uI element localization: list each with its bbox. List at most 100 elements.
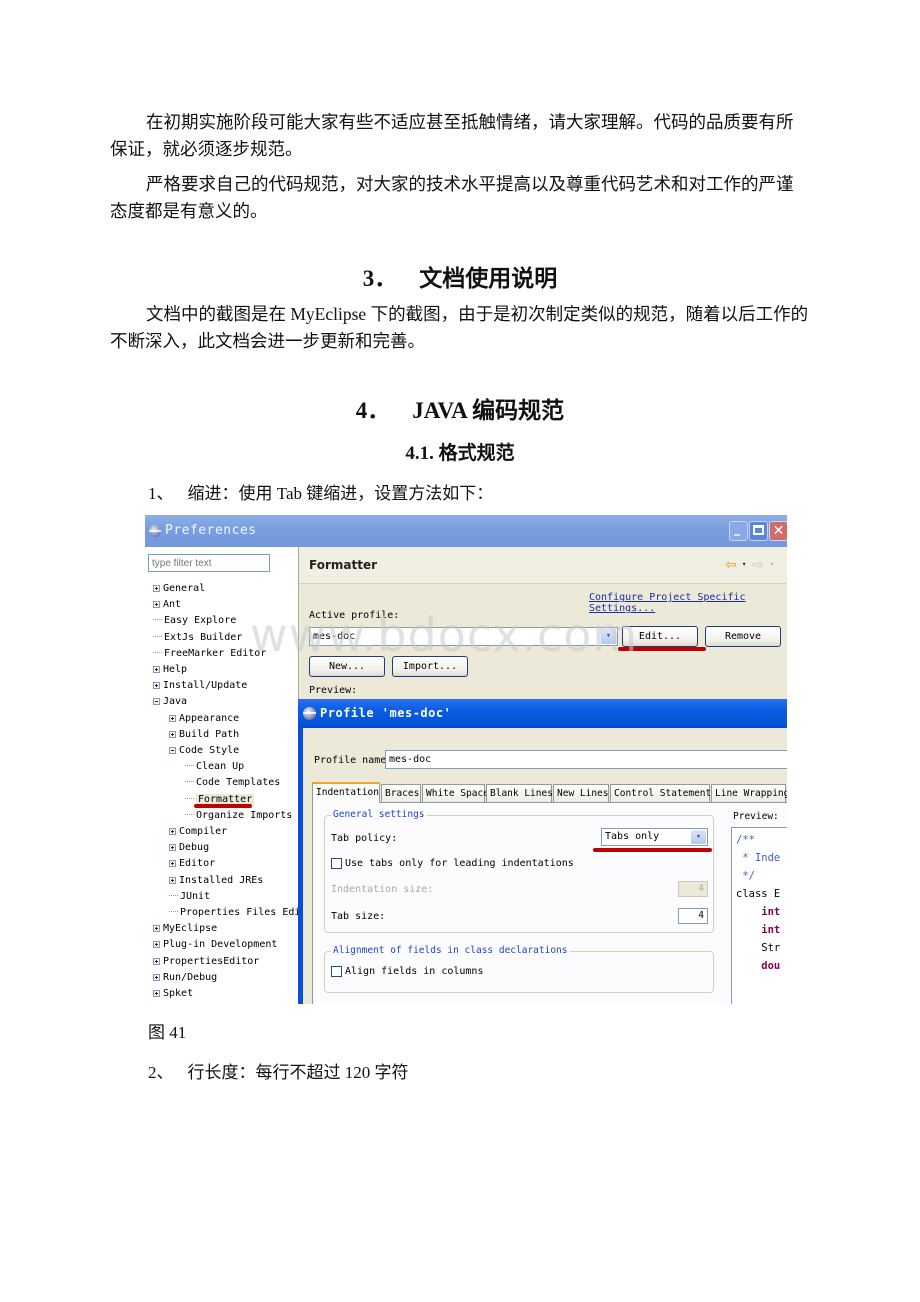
tree-item[interactable]: General bbox=[153, 581, 205, 597]
collapse-icon[interactable] bbox=[169, 747, 176, 754]
maximize-button[interactable] bbox=[749, 521, 768, 541]
tree-item-label: MyEclipse bbox=[163, 923, 218, 935]
section-3-number: 3． bbox=[362, 266, 398, 291]
alignment-title: Alignment of fields in class declaration… bbox=[331, 945, 570, 956]
expand-icon[interactable] bbox=[169, 876, 176, 884]
tab-policy-select[interactable]: Tabs only ▾ bbox=[601, 828, 708, 846]
tree-item-label: Organize Imports bbox=[196, 809, 293, 821]
tab-policy-label: Tab policy: bbox=[331, 833, 398, 844]
edit-button[interactable]: Edit... bbox=[622, 626, 698, 647]
expand-icon[interactable] bbox=[153, 585, 160, 592]
preferences-sidebar: General Ant Easy Explore ExtJs Builder FreeM… bbox=[145, 547, 312, 1004]
back-arrow-icon[interactable]: ⇦ bbox=[725, 557, 737, 573]
expand-icon[interactable] bbox=[153, 973, 160, 981]
tree-item[interactable]: Install/Update bbox=[153, 678, 247, 694]
expand-icon[interactable] bbox=[169, 844, 176, 852]
remove-button[interactable]: Remove bbox=[705, 626, 781, 647]
tree-item[interactable]: Installed JREs bbox=[169, 873, 263, 889]
tree-item-label: Help bbox=[163, 664, 188, 675]
tree-item[interactable]: FreeMarker Editor bbox=[153, 646, 266, 662]
back-dropdown-icon[interactable]: ▾ bbox=[742, 560, 746, 568]
align-fields-checkbox[interactable] bbox=[331, 966, 342, 977]
section-3-heading: 3． 文档使用说明 bbox=[0, 259, 920, 293]
import-button[interactable]: Import... bbox=[392, 656, 468, 677]
collapse-icon[interactable] bbox=[153, 698, 160, 706]
tree-item[interactable]: Organize Imports bbox=[185, 808, 292, 824]
tree-connector bbox=[153, 619, 162, 621]
tab-new-lines[interactable]: New Lines bbox=[553, 784, 609, 802]
tree-item[interactable]: Build Path bbox=[169, 727, 239, 743]
general-settings-title: General settings bbox=[331, 809, 427, 820]
code-line: class E bbox=[736, 888, 781, 900]
tab-line-wrapping[interactable]: Line Wrapping bbox=[711, 784, 787, 802]
tree-item[interactable]: Spket bbox=[153, 986, 193, 1002]
profile-name-input[interactable]: mes-doc bbox=[385, 750, 787, 769]
tab-size-input[interactable]: 4 bbox=[678, 908, 708, 924]
tree-item[interactable]: Run/Debug bbox=[153, 970, 217, 986]
preview-label: Preview: bbox=[309, 685, 358, 696]
tree-item[interactable]: PropertiesEditor bbox=[153, 954, 259, 970]
expand-icon[interactable] bbox=[153, 682, 160, 690]
tree-connector bbox=[185, 813, 194, 815]
configure-project-settings-link[interactable]: Configure Project Specific Settings... bbox=[589, 592, 787, 614]
tree-item-label: Debug bbox=[179, 842, 210, 854]
section-4-title: JAVA 编码规范 bbox=[412, 398, 565, 423]
expand-icon[interactable] bbox=[153, 941, 160, 949]
tree-item[interactable]: Properties Files Editc bbox=[169, 905, 312, 921]
tree-item[interactable]: Appearance bbox=[169, 711, 239, 727]
expand-icon[interactable] bbox=[169, 730, 176, 738]
tree-item-label: Easy Explore bbox=[164, 615, 237, 627]
tab-blank-lines[interactable]: Blank Lines bbox=[486, 784, 553, 802]
formatter-annotation-underline bbox=[194, 804, 252, 808]
tree-item[interactable]: Code Templates bbox=[185, 775, 280, 791]
tree-item-label: Plug-in Development bbox=[163, 939, 278, 951]
tree-item[interactable]: Editor bbox=[169, 856, 215, 872]
tree-item[interactable]: Ant bbox=[153, 597, 181, 613]
chevron-down-icon[interactable]: ▾ bbox=[601, 629, 616, 644]
tree-item-label: General bbox=[163, 583, 206, 594]
active-profile-select[interactable]: mes-doc ▾ bbox=[309, 627, 618, 646]
tree-item[interactable]: Compiler bbox=[169, 824, 227, 840]
tree-item-label: Code Templates bbox=[196, 777, 281, 789]
tree-item[interactable]: Plug-in Development bbox=[153, 937, 277, 953]
eclipse-icon bbox=[149, 525, 161, 537]
tree-item[interactable]: Easy Explore bbox=[153, 613, 236, 629]
expand-icon[interactable] bbox=[153, 990, 160, 997]
code-line: * Inde bbox=[736, 852, 781, 864]
forward-dropdown-icon[interactable]: ▾ bbox=[770, 560, 774, 568]
profile-dialog-body: Profile name: mes-doc Indentation Braces W… bbox=[303, 728, 787, 1004]
tree-connector bbox=[185, 797, 194, 799]
code-line: dou bbox=[736, 960, 781, 972]
tree-item[interactable]: Debug bbox=[169, 840, 209, 856]
expand-icon[interactable] bbox=[169, 860, 176, 868]
tab-indentation[interactable]: Indentation bbox=[312, 782, 380, 803]
profile-name-label: Profile name: bbox=[314, 755, 393, 766]
chevron-down-icon[interactable]: ▾ bbox=[691, 830, 706, 844]
close-button[interactable]: ✕ bbox=[769, 521, 787, 541]
preferences-titlebar: Preferences ✕ bbox=[145, 515, 787, 547]
tree-item[interactable]: Java bbox=[153, 694, 187, 710]
expand-icon[interactable] bbox=[153, 925, 160, 933]
expand-icon[interactable] bbox=[153, 957, 160, 965]
tree-item[interactable]: Code Style bbox=[169, 743, 239, 759]
tab-braces[interactable]: Braces bbox=[381, 784, 421, 802]
use-tabs-leading-checkbox[interactable] bbox=[331, 858, 342, 869]
section-3-title: 文档使用说明 bbox=[419, 266, 558, 291]
tab-control-statements[interactable]: Control Statements bbox=[610, 784, 717, 802]
expand-icon[interactable] bbox=[169, 828, 176, 835]
tree-item[interactable]: Help bbox=[153, 662, 187, 678]
tree-item[interactable]: JUnit bbox=[169, 889, 210, 905]
tab-white-space[interactable]: White Space bbox=[422, 784, 489, 802]
tree-item[interactable]: ExtJs Builder bbox=[153, 630, 242, 646]
tree-item[interactable]: Clean Up bbox=[185, 759, 244, 775]
tree-item-label: Compiler bbox=[179, 826, 228, 837]
forward-arrow-icon[interactable]: ⇨ bbox=[752, 557, 764, 573]
filter-input[interactable] bbox=[148, 554, 270, 572]
tree-item[interactable]: MyEclipse bbox=[153, 921, 217, 937]
expand-icon[interactable] bbox=[153, 601, 160, 609]
active-profile-label: Active profile: bbox=[309, 610, 400, 621]
new-button[interactable]: New... bbox=[309, 656, 385, 677]
expand-icon[interactable] bbox=[169, 714, 176, 722]
expand-icon[interactable] bbox=[153, 666, 160, 673]
minimize-button[interactable] bbox=[729, 521, 748, 541]
